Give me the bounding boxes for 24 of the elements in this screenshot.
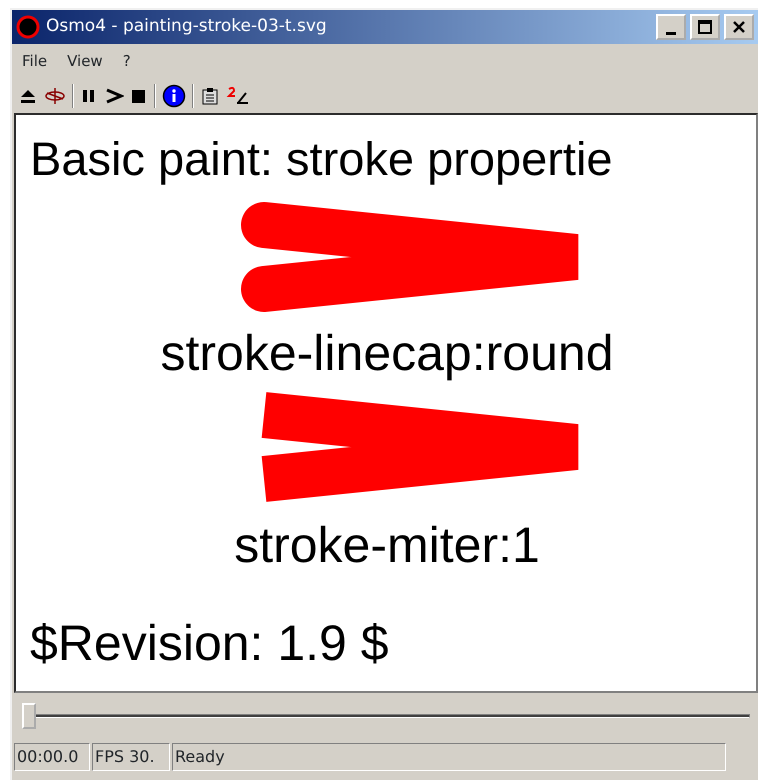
- menu-item[interactable]: ?: [112, 48, 141, 74]
- app-logo-icon: [16, 15, 40, 39]
- close-icon: [732, 20, 746, 34]
- caption-text: stroke-linecap:round: [160, 324, 614, 380]
- minimize-icon: [666, 32, 676, 34]
- network-icon[interactable]: [44, 86, 66, 104]
- timeline-slider[interactable]: [22, 702, 750, 728]
- status-field: 00:00.0: [14, 742, 90, 770]
- window-title: Osmo4 - painting-stroke-03-t.svg: [46, 15, 327, 38]
- play-icon[interactable]: [104, 86, 124, 104]
- close-button[interactable]: [724, 14, 754, 40]
- menu-item[interactable]: View: [57, 48, 113, 74]
- status-field: FPS 30.: [92, 742, 170, 770]
- menu-item[interactable]: File: [12, 48, 58, 74]
- minimize-button[interactable]: [656, 14, 686, 40]
- maximize-icon: [698, 20, 712, 34]
- info-icon[interactable]: [162, 84, 186, 108]
- maximize-button[interactable]: [690, 14, 720, 40]
- clipboard-icon[interactable]: [200, 86, 220, 106]
- revision-text: $Revision: 1.9 $: [30, 614, 389, 670]
- status-field: Ready: [172, 742, 726, 770]
- slider-thumb[interactable]: [22, 702, 36, 728]
- heading-text: Basic paint: stroke propertie: [30, 132, 613, 184]
- caption-text: stroke-miter:1: [234, 516, 540, 572]
